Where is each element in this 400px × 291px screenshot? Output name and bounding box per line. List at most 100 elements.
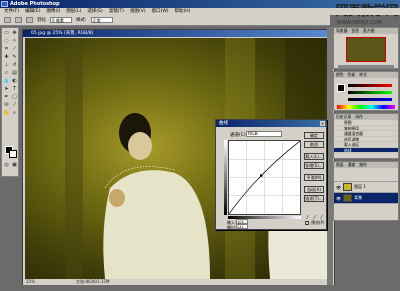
blur-icon[interactable]: 💧	[3, 78, 10, 85]
menu-select[interactable]: 选择(S)	[87, 8, 102, 15]
green-slider[interactable]	[348, 91, 392, 94]
tab-info[interactable]: 信息	[349, 28, 361, 34]
menu-bar: 文件(F) 编辑(E) 图像(I) 图层(L) 选择(S) 滤镜(T) 视图(V…	[0, 8, 400, 15]
load-button[interactable]: 载入(L)...	[304, 153, 324, 160]
menu-filter[interactable]: 滤镜(T)	[109, 8, 124, 15]
tab-swatches[interactable]: 色板	[346, 72, 358, 78]
eye-icon[interactable]: 👁	[336, 196, 341, 201]
curves-dialog: 曲线 ✕ 通道(C): RGB 输入: 104 输出: 141 确定 取消 载入…	[215, 119, 327, 230]
eraser-icon[interactable]: ▱	[3, 70, 10, 77]
auto-button[interactable]: 自动(A)	[304, 186, 324, 193]
magic-wand-icon[interactable]: ✧	[11, 38, 18, 45]
channel-select[interactable]: RGB	[246, 131, 282, 137]
photoshop-window: Adobe Photoshop 网页教学网 WWW.WEBJX.COM 文件(F…	[0, 0, 400, 291]
menu-image[interactable]: 图像(I)	[46, 8, 60, 15]
preview-checkbox[interactable]: ✓	[305, 221, 309, 225]
options-button[interactable]: 选项(T)...	[304, 195, 324, 202]
dodge-icon[interactable]: ◐	[11, 78, 18, 85]
menu-help[interactable]: 帮助(H)	[175, 8, 191, 15]
type-icon[interactable]: T	[11, 86, 18, 93]
layer-name: 背景	[354, 195, 363, 200]
navigator-thumbnail[interactable]	[346, 37, 386, 62]
document-status-bar: 25% 文档:861K/1.37M	[23, 279, 334, 285]
save-button[interactable]: 存储(S)...	[304, 162, 324, 169]
tree-trunk-shape	[65, 38, 83, 279]
navigator-zoom-slider[interactable]	[338, 65, 394, 68]
marquee-tool-icon[interactable]	[4, 17, 11, 23]
cancel-button[interactable]: 取消	[304, 141, 324, 148]
tab-histogram[interactable]: 直方图	[361, 28, 376, 34]
add-selection-icon[interactable]	[26, 17, 33, 23]
pen-icon[interactable]: ✒	[3, 94, 10, 101]
style-select[interactable]: 正常	[90, 17, 113, 23]
style-label: 样式:	[76, 18, 87, 23]
curve-graph[interactable]	[228, 140, 301, 215]
eyedropper-icon[interactable]: ⁄	[11, 102, 18, 109]
new-selection-icon[interactable]	[15, 17, 22, 23]
output-label: 输出:	[227, 225, 237, 230]
color-panel: 颜色 色板 样式	[333, 71, 399, 111]
tab-actions[interactable]: 动作	[353, 114, 365, 120]
screen-mode-icon[interactable]: ▣	[11, 162, 18, 169]
brush-icon[interactable]: ✎	[11, 54, 18, 61]
tab-paths[interactable]: 路径	[357, 162, 369, 168]
menu-layer[interactable]: 图层(L)	[66, 8, 81, 15]
feather-label: 羽化	[37, 18, 46, 23]
red-slider[interactable]	[348, 84, 392, 87]
layer-row[interactable]: 👁 图层 1	[334, 182, 398, 193]
menu-view[interactable]: 视图(V)	[130, 8, 146, 15]
color-ramp[interactable]	[337, 105, 395, 109]
history-brush-icon[interactable]: ↺	[11, 62, 18, 69]
zoom-icon[interactable]: ⌕	[11, 110, 18, 117]
healing-brush-icon[interactable]: ✚	[3, 54, 10, 61]
smooth-button[interactable]: 平滑(M)	[304, 174, 324, 181]
eye-icon[interactable]: 👁	[336, 185, 341, 190]
crop-icon[interactable]: ⌗	[3, 46, 10, 53]
layer-options-row	[334, 168, 398, 182]
hand-icon[interactable]: ✋	[3, 110, 10, 117]
move-icon[interactable]: ✥	[11, 30, 18, 37]
tab-channels[interactable]: 通道	[346, 162, 358, 168]
layer-name: 图层 1	[354, 184, 366, 189]
layer-row-selected[interactable]: 👁 背景	[334, 193, 398, 204]
curves-title[interactable]: 曲线	[216, 120, 326, 127]
tab-color[interactable]: 颜色	[334, 72, 346, 78]
history-item-selected[interactable]: 曲线	[334, 147, 398, 153]
tab-navigator[interactable]: 导航器	[334, 28, 349, 34]
person-shirt-shape	[103, 170, 210, 279]
document-title[interactable]: 05.jpg @ 25% (背景, RGB/8)	[23, 30, 334, 37]
tab-layers[interactable]: 图层	[334, 162, 346, 168]
feather-input[interactable]: 0 像素	[50, 17, 72, 23]
menu-file[interactable]: 文件(F)	[4, 8, 19, 15]
history-panel: 历史记录 动作 原图 复制图层 通道混合器 选区调整 载入选区 曲线	[333, 113, 399, 159]
person-face-shape	[128, 132, 152, 160]
notes-icon[interactable]: ✉	[3, 102, 10, 109]
navigator-tabs: 导航器 信息 直方图	[334, 28, 398, 34]
marquee-icon[interactable]: ▭	[3, 30, 10, 37]
output-field[interactable]: 141	[236, 224, 248, 229]
blue-slider[interactable]	[348, 98, 392, 101]
shape-icon[interactable]: ▢	[11, 94, 18, 101]
app-title: Adobe Photoshop	[10, 1, 60, 7]
tab-styles[interactable]: 样式	[357, 72, 369, 78]
quick-mask-icon[interactable]: ◎	[3, 162, 10, 169]
menu-edit[interactable]: 编辑(E)	[25, 8, 40, 15]
options-bar: 羽化 0 像素 样式: 正常	[0, 15, 330, 26]
path-select-icon[interactable]: ➤	[3, 86, 10, 93]
gradient-icon[interactable]: ▤	[11, 70, 18, 77]
zoom-level[interactable]: 25%	[26, 279, 35, 284]
photoshop-app-icon	[1, 1, 8, 7]
lasso-icon[interactable]: ◌	[3, 38, 10, 45]
ok-button[interactable]: 确定	[304, 132, 324, 139]
slice-icon[interactable]: ⟋	[11, 46, 18, 53]
layer-thumbnail	[343, 194, 353, 202]
close-icon[interactable]: ✕	[320, 121, 325, 126]
background-color-swatch[interactable]	[9, 150, 17, 158]
layer-thumbnail	[343, 183, 353, 191]
menu-window[interactable]: 窗口(W)	[152, 8, 169, 15]
preview-label: 预览(P)	[311, 220, 325, 225]
clone-stamp-icon[interactable]: ⊥	[3, 62, 10, 69]
toolbox: ▭ ✥ ◌ ✧ ⌗ ⟋ ✚ ✎ ⊥ ↺ ▱ ▤ 💧 ◐ ➤ T ✒ ▢ ✉ ⁄ …	[1, 27, 19, 177]
color-fg-swatch[interactable]	[337, 84, 345, 92]
channel-label: 通道(C):	[230, 133, 248, 138]
